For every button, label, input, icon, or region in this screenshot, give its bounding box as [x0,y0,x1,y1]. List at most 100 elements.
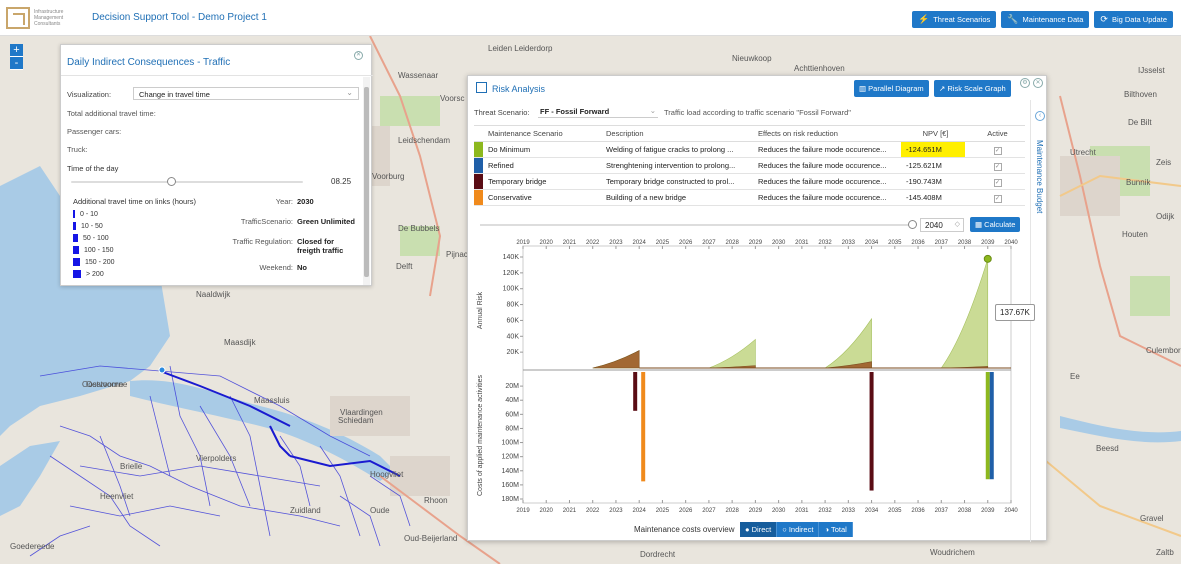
active-checkbox[interactable]: ✓ [993,194,1002,203]
spinner-icon[interactable]: ◇ [955,220,960,228]
scenario-name: Refined [483,157,601,174]
year-slider[interactable] [480,220,917,229]
x-tick-label-top: 2021 [563,240,577,246]
x-tick-label-bottom: 2040 [1004,508,1018,514]
indirect-toggle[interactable]: ○ Indirect [777,522,820,537]
scrollbar-thumb[interactable] [364,87,369,277]
map-place-label: Goedereede [10,542,55,551]
scenario-color-swatch [474,173,483,190]
column-header[interactable]: Active [965,125,1025,142]
x-tick-label-bottom: 2033 [842,508,856,514]
x-tick-label-bottom: 2020 [540,508,554,514]
chevron-left-icon[interactable]: ‹ [1035,111,1045,121]
y-tick-label-risk: 80K [507,302,520,309]
table-row[interactable]: Temporary bridge Temporary bridge constru… [474,173,1025,190]
active-checkbox[interactable]: ✓ [993,162,1002,171]
x-tick-label-top: 2037 [935,240,949,246]
x-tick-label-top: 2032 [818,240,832,246]
total-toggle[interactable]: ◑ Total [819,522,853,537]
map-place-label: Zuidland [290,506,321,515]
column-header[interactable]: Description [601,125,753,142]
map-place-label: Bunnik [1126,178,1151,187]
legend-swatch [73,246,79,254]
column-header[interactable]: Maintenance Scenario [483,125,601,142]
map-place-label: Schiedam [338,416,374,425]
settings-icon[interactable]: ⚙ [1020,78,1030,88]
scrollbar[interactable] [363,77,370,285]
threat-scenarios-button[interactable]: ⚡ Threat Scenarios [911,11,997,28]
y-tick-label-risk: 40K [507,333,520,340]
risk-scale-graph-label: Risk Scale Graph [947,84,1006,93]
risk-area-segment [592,350,640,369]
year-slider-handle[interactable] [908,220,917,229]
time-slider[interactable] [71,177,303,186]
column-header[interactable]: Effects on risk reduction [753,125,901,142]
x-tick-label-bottom: 2029 [749,508,763,514]
map-place-label: Odijk [1156,212,1175,221]
x-tick-label-bottom: 2036 [911,508,925,514]
zoom-in-button[interactable]: + [10,44,23,57]
x-tick-label-bottom: 2034 [865,508,879,514]
close-icon[interactable]: ✕ [1033,78,1043,88]
column-header[interactable]: NPV [€] [901,125,965,142]
risk-panel-title: Risk Analysis [492,84,546,94]
map-place-label: De Bilt [1128,118,1152,127]
traffic-panel-title: Daily Indirect Consequences - Traffic [67,57,231,68]
x-tick-label-bottom: 2031 [795,508,809,514]
table-row[interactable]: Do Minimum Welding of fatigue cracks to p… [474,141,1025,158]
calculate-button[interactable]: ▦ Calculate [970,217,1021,232]
scenario-color-swatch [474,189,483,206]
x-tick-label-top: 2027 [702,240,716,246]
direct-toggle[interactable]: ● Direct [740,522,778,537]
maintenance-data-button[interactable]: 🔧 Maintenance Data [1001,11,1090,28]
maintenance-budget-sidebar[interactable]: ‹ Maintenance Budget [1030,100,1048,542]
big-data-update-button[interactable]: ⟳ Big Data Update [1094,11,1173,28]
map-place-label: Oude [370,506,390,515]
active-checkbox-cell: ✓ [965,189,1025,206]
map-place-label: Maassluis [254,396,290,405]
legend-swatch [73,270,81,278]
color-column-header [474,125,483,142]
parallel-diagram-button[interactable]: ▥ Parallel Diagram [854,80,929,97]
x-tick-label-top: 2030 [772,240,786,246]
x-tick-label-top: 2020 [540,240,554,246]
divider [61,75,373,76]
map-place-label: Vierpolders [196,454,237,463]
logo-text: Infrastructure Management Consultants [34,8,64,27]
y-axis-label-risk: Annual Risk [477,291,484,329]
table-row[interactable]: Conservative Building of a new bridge Redu… [474,189,1025,206]
legend-item: 50 - 100 [73,234,109,242]
map-place-label: Zeis [1156,158,1172,167]
bar-chart-icon: ▥ [859,84,869,93]
legend-item: 0 - 10 [73,210,98,218]
visualization-select[interactable]: Change in travel time ⌄ [133,87,359,100]
active-checkbox[interactable]: ✓ [993,146,1002,155]
threat-scenario-select[interactable]: FF - Fossil Forward ⌄ [538,106,658,118]
legend-item: > 200 [73,270,104,278]
chart-tooltip: 137.67K [995,304,1035,321]
risk-cost-chart[interactable]: 2019 2019 2020 2020 2021 2021 2022 2022 2023 2023… [468,236,1030,522]
x-tick-label-bottom: 2026 [679,508,693,514]
year-input[interactable]: 2040 ◇ [920,218,964,232]
x-tick-label-bottom: 2019 [516,508,530,514]
y-tick-label-cost: 80M [505,425,519,432]
scenario-npv: -145.408M [901,189,965,206]
close-icon[interactable]: ✕ [354,51,363,60]
chevron-down-icon: ⌄ [346,88,353,97]
scenario-description: Welding of fatigue cracks to prolong ... [601,141,753,158]
bolt-icon: ⚡ [917,14,930,24]
x-tick-label-top: 2040 [1004,240,1018,246]
time-slider-handle[interactable] [167,177,176,186]
time-value: 08.25 [331,177,352,186]
x-tick-label-bottom: 2023 [609,508,623,514]
active-checkbox[interactable]: ✓ [993,178,1002,187]
scenario-effect: Reduces the failure mode occurence... [753,157,901,174]
logo[interactable]: Infrastructure Management Consultants [0,0,86,36]
map-place-label: Rhoon [424,496,448,505]
legend-swatch [73,258,80,266]
zoom-out-button[interactable]: - [10,57,23,70]
risk-scale-graph-button[interactable]: ↗ Risk Scale Graph [934,80,1011,97]
traffic-regulation-value: Closed for freigth traffic [297,237,344,255]
calculator-icon: ▦ [975,220,985,229]
table-row[interactable]: Refined Strenghtening intervention to pro… [474,157,1025,174]
